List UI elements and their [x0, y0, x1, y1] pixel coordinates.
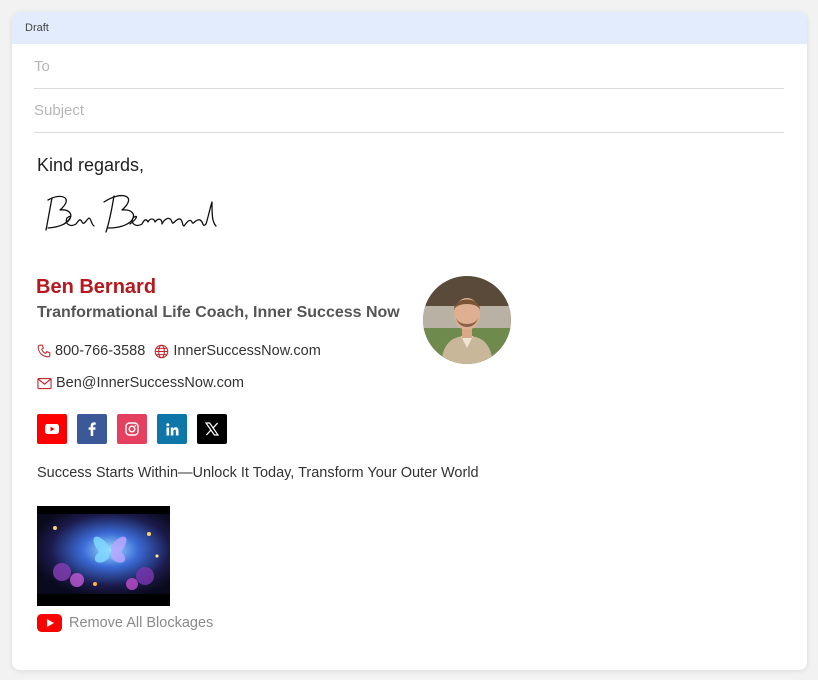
- avatar: [423, 276, 511, 364]
- video-thumbnail-image: [37, 506, 170, 606]
- linkedin-button[interactable]: [157, 414, 187, 444]
- email-address: Ben@InnerSuccessNow.com: [56, 375, 244, 391]
- social-links: [37, 414, 237, 444]
- email-link[interactable]: Ben@InnerSuccessNow.com: [37, 375, 244, 391]
- signature-tagline: Success Starts Within—Unlock It Today, T…: [37, 465, 479, 481]
- facebook-button[interactable]: [77, 414, 107, 444]
- x-icon: [205, 422, 219, 436]
- website-link[interactable]: InnerSuccessNow.com: [154, 343, 321, 359]
- instagram-icon: [125, 422, 139, 436]
- portrait-image: [423, 276, 511, 364]
- contact-row-email: Ben@InnerSuccessNow.com: [37, 375, 244, 391]
- website-url: InnerSuccessNow.com: [173, 343, 321, 359]
- subject-field-row: [34, 89, 784, 133]
- signature-name: Ben Bernard: [36, 276, 157, 298]
- handwritten-signature: [45, 194, 217, 233]
- window-title: Draft: [25, 22, 49, 34]
- instagram-button[interactable]: [117, 414, 147, 444]
- video-link[interactable]: Remove All Blockages: [37, 614, 213, 632]
- to-input[interactable]: [34, 58, 784, 75]
- phone-icon: [37, 344, 51, 358]
- contact-row-phone-web: 800-766-3588 InnerSuccessNow.com: [37, 343, 321, 359]
- video-link-label: Remove All Blockages: [69, 615, 214, 631]
- youtube-icon: [45, 424, 59, 434]
- facebook-icon: [88, 422, 96, 436]
- closing-text: Kind regards,: [37, 155, 145, 175]
- signature-job-title: Tranformational Life Coach, Inner Succes…: [37, 304, 400, 321]
- envelope-icon: [37, 377, 52, 389]
- linkedin-icon: [165, 422, 178, 435]
- phone-number: 800-766-3588: [55, 343, 146, 359]
- compose-window: Draft Kind regards, Ben Bernard Tranform…: [12, 12, 807, 670]
- to-field-row: [34, 45, 784, 89]
- phone-link[interactable]: 800-766-3588: [37, 343, 145, 359]
- window-titlebar: Draft: [12, 12, 807, 44]
- video-thumbnail[interactable]: [37, 506, 170, 606]
- youtube-logo-icon: [37, 614, 62, 632]
- globe-icon: [155, 344, 169, 358]
- x-button[interactable]: [197, 414, 227, 444]
- youtube-button[interactable]: [37, 414, 67, 444]
- subject-input[interactable]: [34, 102, 784, 119]
